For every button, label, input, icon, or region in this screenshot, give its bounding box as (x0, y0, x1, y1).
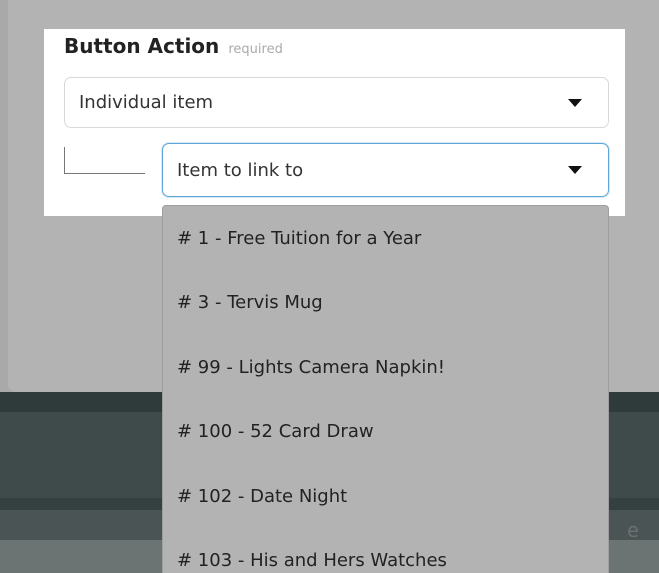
button-action-panel: Button Action required Individual item I… (44, 29, 625, 216)
button-action-value: Individual item (79, 92, 214, 113)
field-label: Button Action required (64, 34, 283, 58)
dropdown-option[interactable]: # 102 - Date Night (163, 464, 608, 529)
background-text: e (626, 518, 639, 542)
item-dropdown-menu: # 1 - Free Tuition for a Year # 3 - Terv… (162, 205, 609, 573)
button-action-select[interactable]: Individual item (64, 77, 609, 128)
item-to-link-placeholder: Item to link to (177, 159, 304, 181)
tree-connector (64, 147, 145, 174)
caret-down-icon (568, 98, 582, 107)
caret-down-icon (568, 166, 582, 174)
required-indicator: required (228, 42, 283, 57)
button-action-label: Button Action (64, 34, 220, 58)
dropdown-option[interactable]: # 1 - Free Tuition for a Year (163, 206, 608, 271)
dropdown-option[interactable]: # 3 - Tervis Mug (163, 271, 608, 336)
dropdown-option[interactable]: # 103 - His and Hers Watches (163, 529, 608, 573)
item-to-link-select[interactable]: Item to link to (162, 143, 609, 197)
dropdown-option[interactable]: # 99 - Lights Camera Napkin! (163, 335, 608, 400)
dropdown-option[interactable]: # 100 - 52 Card Draw (163, 400, 608, 465)
